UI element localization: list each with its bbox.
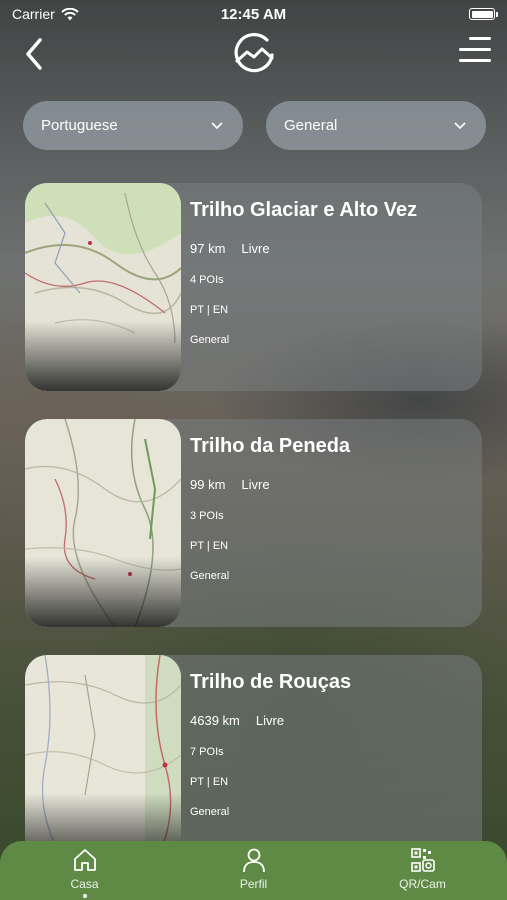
- nav-home-label: Casa: [70, 877, 99, 891]
- trail-type: General: [190, 334, 230, 346]
- trail-map-thumbnail: [25, 419, 181, 627]
- chevron-down-icon: [211, 121, 223, 129]
- trail-type: General: [190, 570, 230, 582]
- trail-meta: 4639 km Livre: [190, 713, 284, 728]
- trail-distance: 97 km: [190, 241, 226, 256]
- trail-languages: PT | EN: [190, 540, 229, 552]
- trail-pois: 4 POIs: [190, 274, 224, 286]
- bottom-nav: Casa Perfil QR/Cam: [0, 841, 507, 900]
- trail-meta: 99 km Livre: [190, 477, 270, 492]
- trail-title: Trilho da Peneda: [190, 435, 351, 457]
- trail-languages: PT | EN: [190, 776, 229, 788]
- trail-map-thumbnail: [25, 183, 181, 391]
- clock: 12:45 AM: [220, 5, 287, 23]
- home-icon: [73, 849, 96, 871]
- trail-type: General: [190, 806, 230, 818]
- wifi-icon: [61, 7, 79, 20]
- hamburger-menu-icon[interactable]: [459, 37, 491, 67]
- chevron-down-icon: [454, 121, 466, 129]
- nav-qr-cam-label: QR/Cam: [399, 877, 446, 891]
- user-icon: [242, 848, 265, 873]
- nav-profile-label: Perfil: [239, 877, 268, 891]
- language-dropdown[interactable]: Portuguese: [23, 101, 243, 150]
- trail-card[interactable]: Trilho da Peneda 99 km Livre 3 POIs PT |…: [25, 419, 482, 627]
- trail-access: Livre: [255, 713, 285, 728]
- battery-icon: [469, 8, 498, 20]
- trail-map-thumbnail: [25, 655, 181, 863]
- language-selected: Portuguese: [41, 117, 118, 134]
- trail-distance: 4639 km: [190, 713, 240, 728]
- trail-distance: 99 km: [190, 477, 226, 492]
- trail-title: Trilho de Rouças: [190, 671, 352, 693]
- nav-home[interactable]: Casa: [15, 847, 155, 898]
- trail-card[interactable]: Trilho de Rouças 4639 km Livre 7 POIs PT…: [25, 655, 482, 863]
- category-dropdown[interactable]: General: [266, 101, 486, 150]
- back-arrow-icon[interactable]: [20, 36, 50, 72]
- trail-access: Livre: [241, 241, 270, 256]
- nav-qr-cam[interactable]: QR/Cam: [353, 847, 493, 891]
- qr-camera-icon: [410, 848, 435, 872]
- category-selected: General: [284, 117, 338, 134]
- trail-pois: 3 POIs: [190, 510, 224, 522]
- trail-card[interactable]: Trilho Glaciar e Alto Vez 97 km Livre 4 …: [25, 183, 482, 391]
- carrier-label: Carrier: [12, 6, 55, 22]
- app-header: [0, 28, 507, 88]
- g-mountain-logo-icon: [234, 33, 274, 73]
- nav-profile[interactable]: Perfil: [184, 847, 324, 891]
- trail-meta: 97 km Livre: [190, 241, 270, 256]
- status-bar: Carrier 12:45 AM: [0, 0, 507, 28]
- trail-title: Trilho Glaciar e Alto Vez: [190, 199, 418, 221]
- trail-access: Livre: [241, 477, 270, 492]
- active-indicator: [82, 894, 87, 898]
- trail-languages: PT | EN: [190, 304, 229, 316]
- trail-pois: 7 POIs: [190, 746, 224, 758]
